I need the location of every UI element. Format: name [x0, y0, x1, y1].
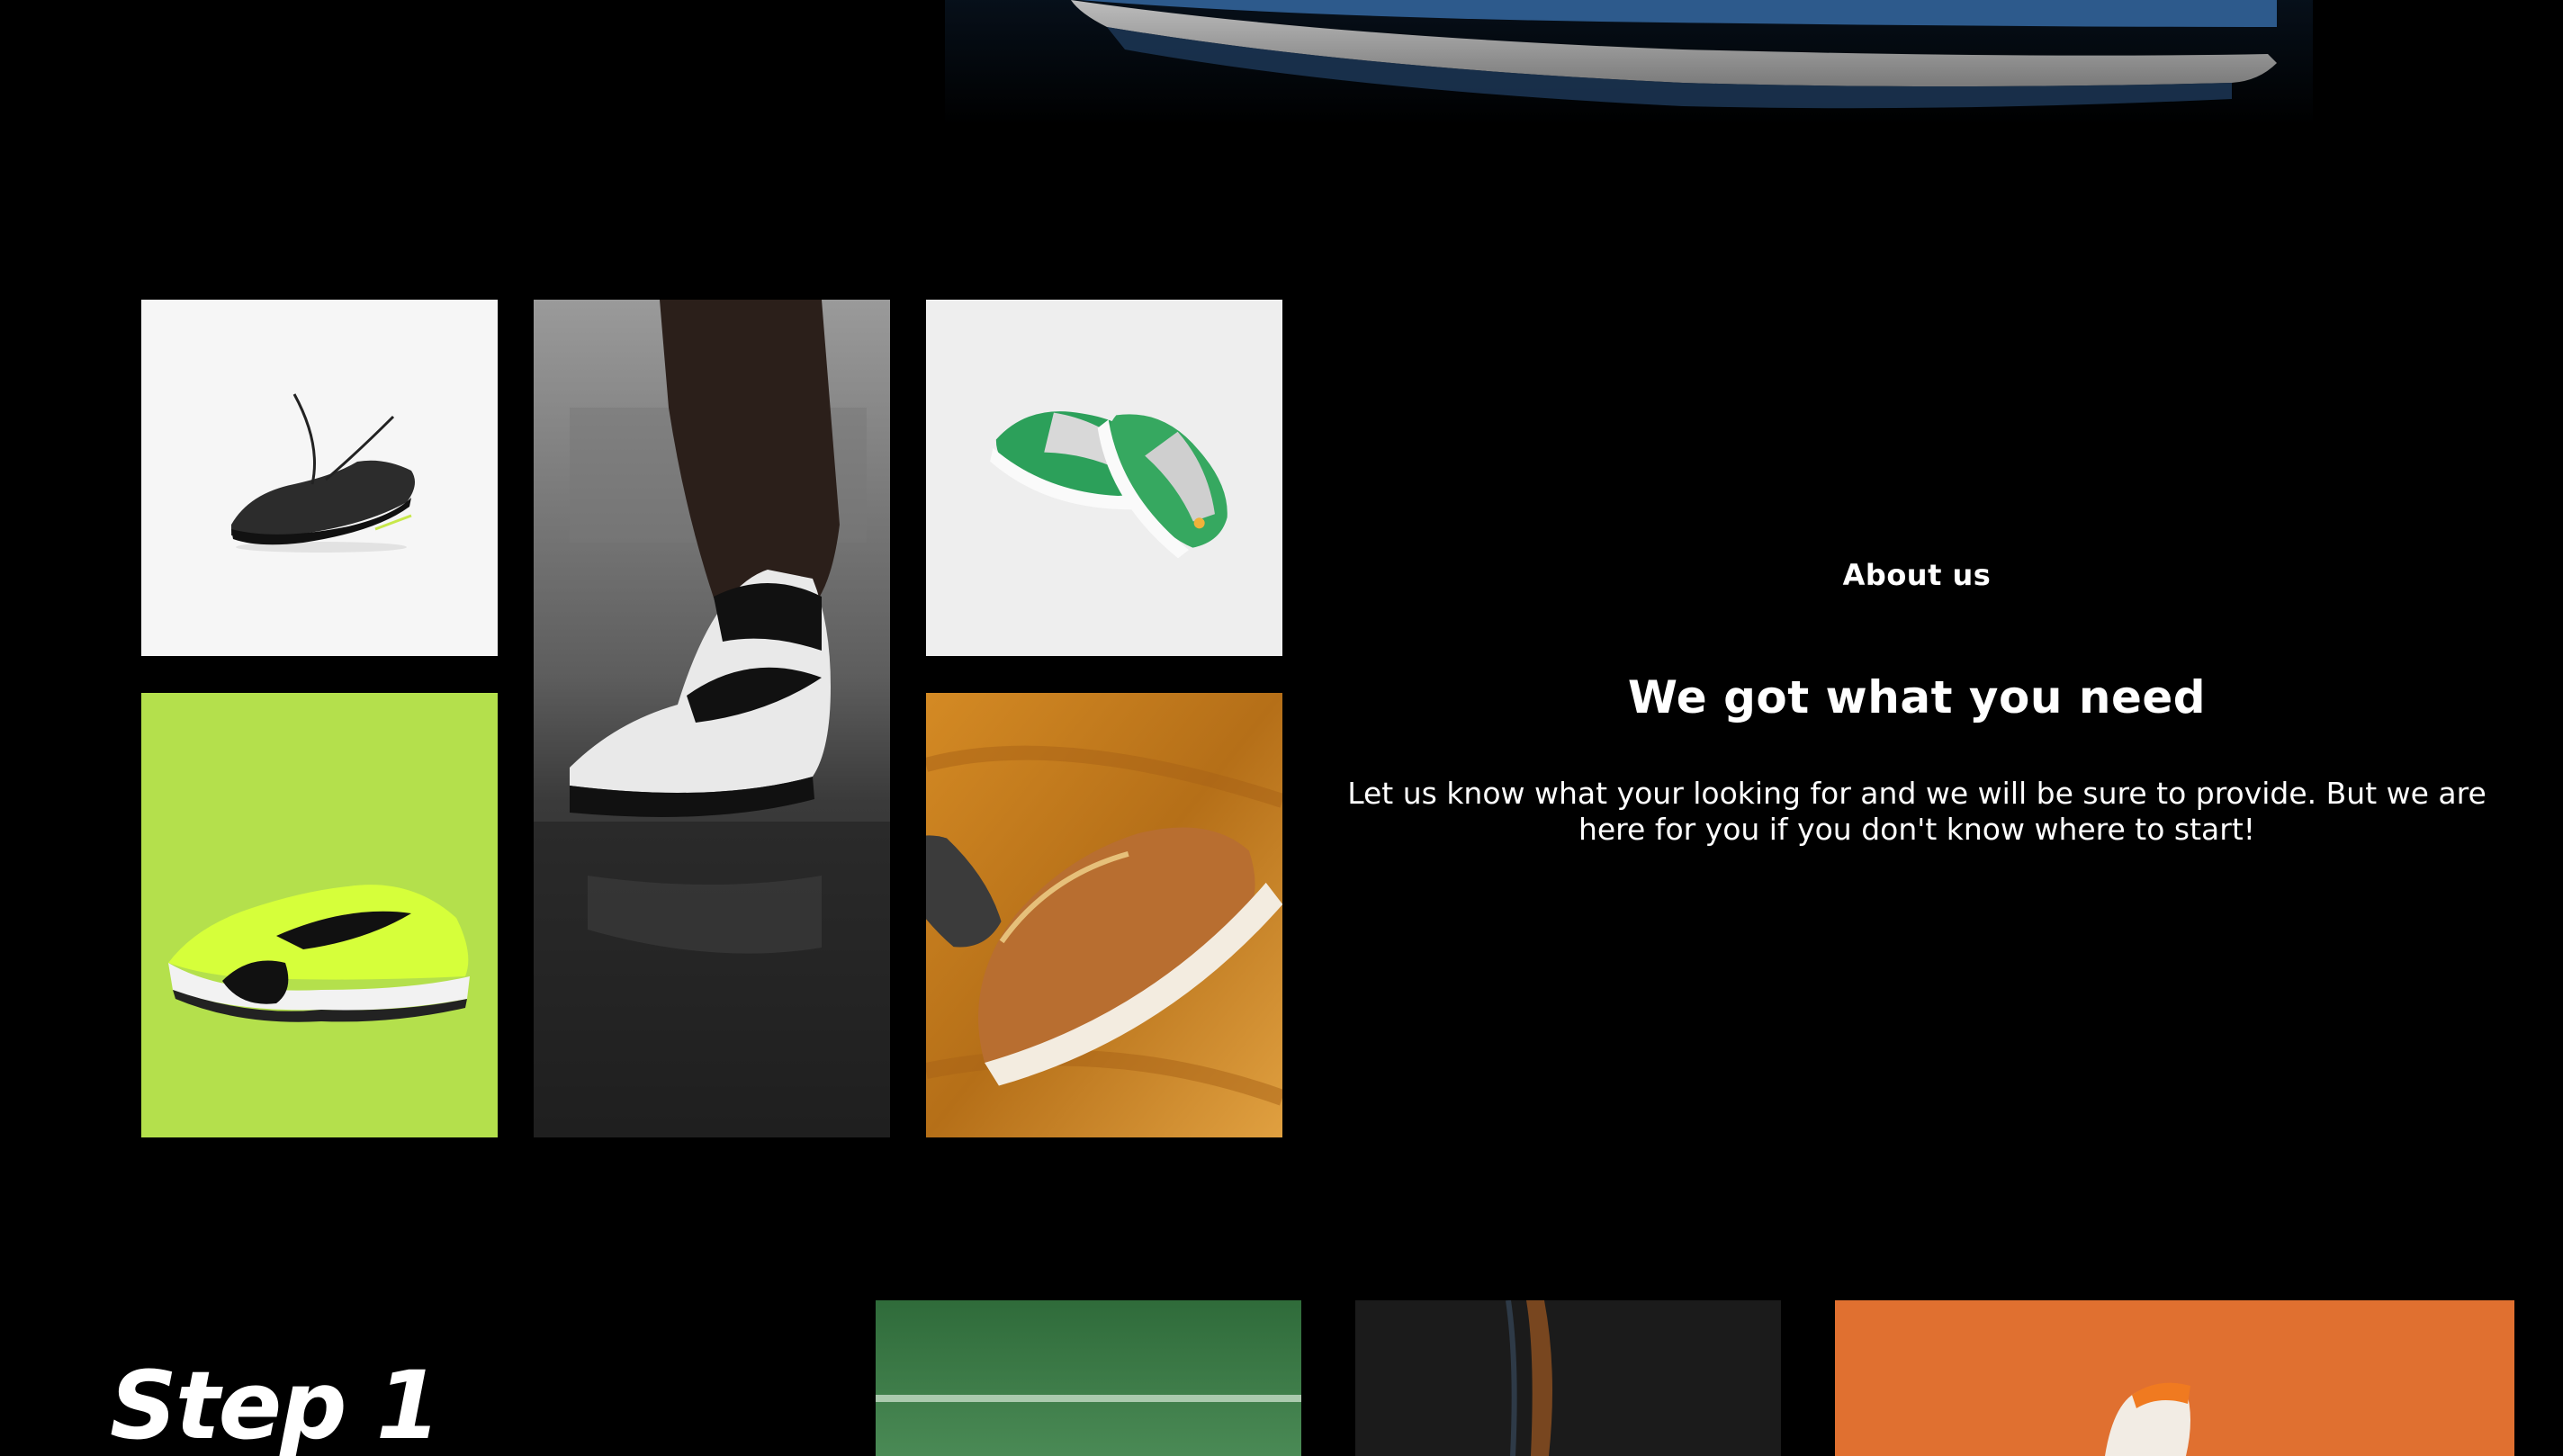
gallery-image-tan-air-force [926, 693, 1282, 1137]
about-body: Let us know what your looking for and we… [1347, 776, 2487, 847]
gallery-image-black-runner [141, 300, 498, 656]
page: About us We got what you need Let us kno… [0, 0, 2563, 1456]
step-title: Step 1 [110, 1351, 441, 1456]
step-image-turf [876, 1300, 1301, 1456]
step-image-orange-shoe [1835, 1300, 2514, 1456]
gallery-image-green-jordans [926, 300, 1282, 656]
gallery-image-volt-shoe [141, 693, 498, 1137]
step-image-dark [1355, 1300, 1781, 1456]
about-title: We got what you need [1627, 671, 2207, 724]
about-eyebrow: About us [1842, 558, 1992, 592]
hero-shoe-image [945, 0, 2313, 126]
gallery-image-street-jordan [534, 300, 890, 1137]
about-section: About us We got what you need Let us kno… [1318, 558, 2515, 848]
